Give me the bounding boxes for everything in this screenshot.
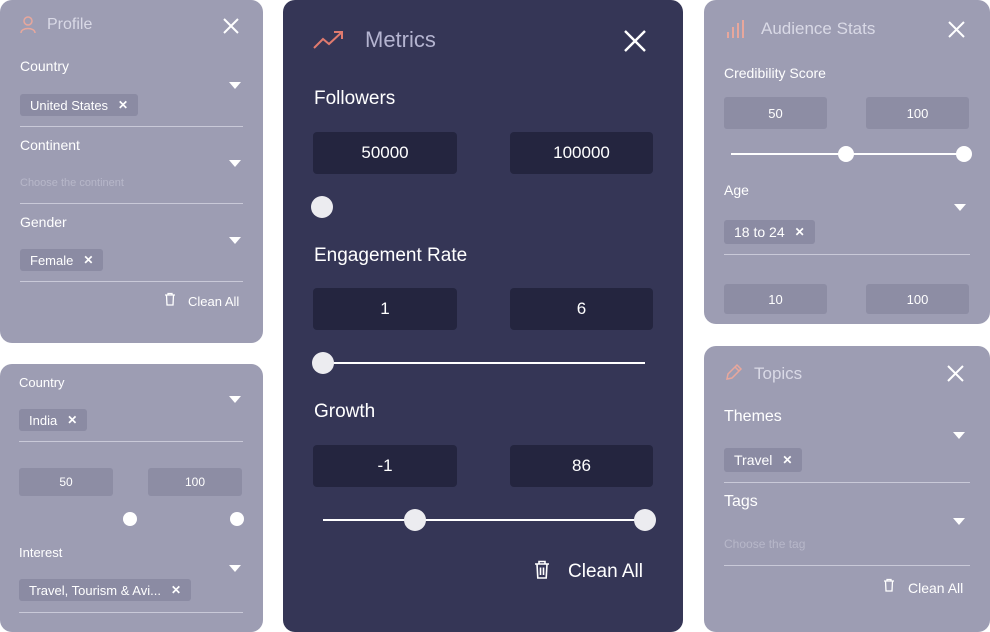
clean-all-button[interactable]: Clean All (883, 578, 963, 597)
followers-label: Followers (314, 88, 396, 109)
close-icon[interactable] (223, 18, 239, 34)
engagement-slider-track[interactable] (323, 362, 645, 364)
themes-chip: Travel ✕ (724, 448, 803, 472)
engagement-max-input[interactable]: 6 (510, 288, 653, 330)
trending-up-icon (313, 30, 345, 55)
clean-all-button[interactable]: Clean All (164, 292, 239, 311)
clean-all-label: Clean All (188, 294, 240, 309)
themes-label: Themes (724, 408, 782, 425)
chip-label: 18 to 24 (734, 224, 785, 240)
followers-slider-handle[interactable] (311, 196, 333, 218)
age-label: Age (724, 182, 749, 198)
remove-chip-icon[interactable]: ✕ (171, 583, 181, 597)
pencil-icon (725, 363, 743, 386)
engagement-min-input[interactable]: 1 (313, 288, 457, 330)
remove-chip-icon[interactable]: ✕ (83, 253, 93, 267)
growth-slider-track[interactable] (323, 519, 645, 521)
growth-max-input[interactable]: 86 (510, 445, 653, 487)
range-min-input[interactable]: 10 (724, 284, 827, 314)
topics-title: Topics (754, 364, 803, 383)
slider-max-handle[interactable] (230, 512, 244, 526)
chevron-down-icon[interactable] (953, 518, 965, 525)
growth-slider-min-handle[interactable] (404, 509, 426, 531)
interest-label: Interest (19, 545, 63, 560)
audience-stats-title: Audience Stats (761, 19, 876, 38)
divider (724, 254, 970, 255)
divider (19, 441, 243, 442)
divider (19, 612, 243, 613)
growth-min-input[interactable]: -1 (313, 445, 457, 487)
chevron-down-icon[interactable] (229, 396, 241, 403)
tags-label: Tags (724, 493, 758, 510)
profile-title: Profile (47, 16, 93, 33)
chip-label: India (29, 412, 58, 428)
chevron-down-icon[interactable] (953, 432, 965, 439)
growth-label: Growth (314, 401, 376, 422)
country-chip: United States ✕ (20, 94, 139, 116)
close-icon[interactable] (947, 365, 964, 382)
credibility-slider-min-handle[interactable] (838, 146, 854, 162)
filter-panel: Country India ✕ 50 100 Interest Travel, … (0, 364, 263, 632)
remove-chip-icon[interactable]: ✕ (67, 413, 77, 427)
trash-icon (883, 578, 895, 597)
chip-label: Travel (734, 452, 773, 468)
remove-chip-icon[interactable]: ✕ (782, 453, 792, 467)
remove-chip-icon[interactable]: ✕ (118, 98, 128, 112)
chip-label: United States (30, 97, 109, 113)
close-icon[interactable] (948, 21, 965, 38)
country-chip: India ✕ (19, 409, 88, 431)
profile-panel: Profile Country United States ✕ Continen… (0, 0, 263, 343)
growth-slider-max-handle[interactable] (634, 509, 656, 531)
close-icon[interactable] (624, 30, 646, 52)
credibility-max-input[interactable]: 100 (866, 97, 969, 129)
clean-all-label: Clean All (568, 561, 643, 582)
clean-all-label: Clean All (908, 579, 964, 596)
chevron-down-icon[interactable] (229, 565, 241, 572)
slider-min-handle[interactable] (123, 512, 137, 526)
continent-label: Continent (20, 137, 80, 153)
tags-placeholder[interactable]: Choose the tag (724, 537, 805, 551)
credibility-label: Credibility Score (724, 65, 826, 81)
min-input[interactable]: 50 (19, 468, 113, 496)
engagement-slider-handle[interactable] (312, 352, 334, 374)
gender-chip: Female ✕ (20, 249, 104, 271)
followers-max-input[interactable]: 100000 (510, 132, 653, 174)
audience-stats-panel: Audience Stats Credibility Score 50 100 … (704, 0, 990, 324)
gender-label: Gender (20, 214, 67, 230)
chip-label: Female (30, 252, 74, 268)
chevron-down-icon[interactable] (229, 237, 241, 244)
followers-min-input[interactable]: 50000 (313, 132, 457, 174)
country-label: Country (20, 58, 70, 74)
country-label: Country (19, 375, 65, 390)
divider (724, 482, 970, 483)
continent-placeholder[interactable]: Choose the continent (20, 177, 124, 189)
remove-chip-icon[interactable]: ✕ (795, 225, 805, 239)
credibility-slider-max-handle[interactable] (956, 146, 972, 162)
clean-all-button[interactable]: Clean All (534, 560, 643, 584)
chevron-down-icon[interactable] (954, 204, 966, 211)
chip-label: Travel, Tourism & Avi... (29, 582, 161, 598)
user-icon (20, 16, 36, 39)
chevron-down-icon[interactable] (229, 160, 241, 167)
max-input[interactable]: 100 (148, 468, 242, 496)
divider (20, 126, 243, 127)
divider (20, 281, 243, 282)
trash-icon (164, 292, 176, 311)
metrics-title: Metrics (365, 27, 436, 52)
divider (724, 565, 970, 566)
trash-icon (534, 560, 550, 584)
age-chip: 18 to 24 ✕ (724, 220, 815, 244)
chevron-down-icon[interactable] (229, 82, 241, 89)
credibility-min-input[interactable]: 50 (724, 97, 827, 129)
bar-chart-icon (726, 19, 744, 44)
engagement-label: Engagement Rate (314, 245, 468, 266)
topics-panel: Topics Themes Travel ✕ Tags Choose the t… (704, 346, 990, 632)
metrics-panel: Metrics Followers 50000 100000 Engagemen… (283, 0, 683, 632)
range-max-input[interactable]: 100 (866, 284, 969, 314)
interest-chip: Travel, Tourism & Avi... ✕ (19, 579, 192, 601)
divider (20, 203, 243, 204)
